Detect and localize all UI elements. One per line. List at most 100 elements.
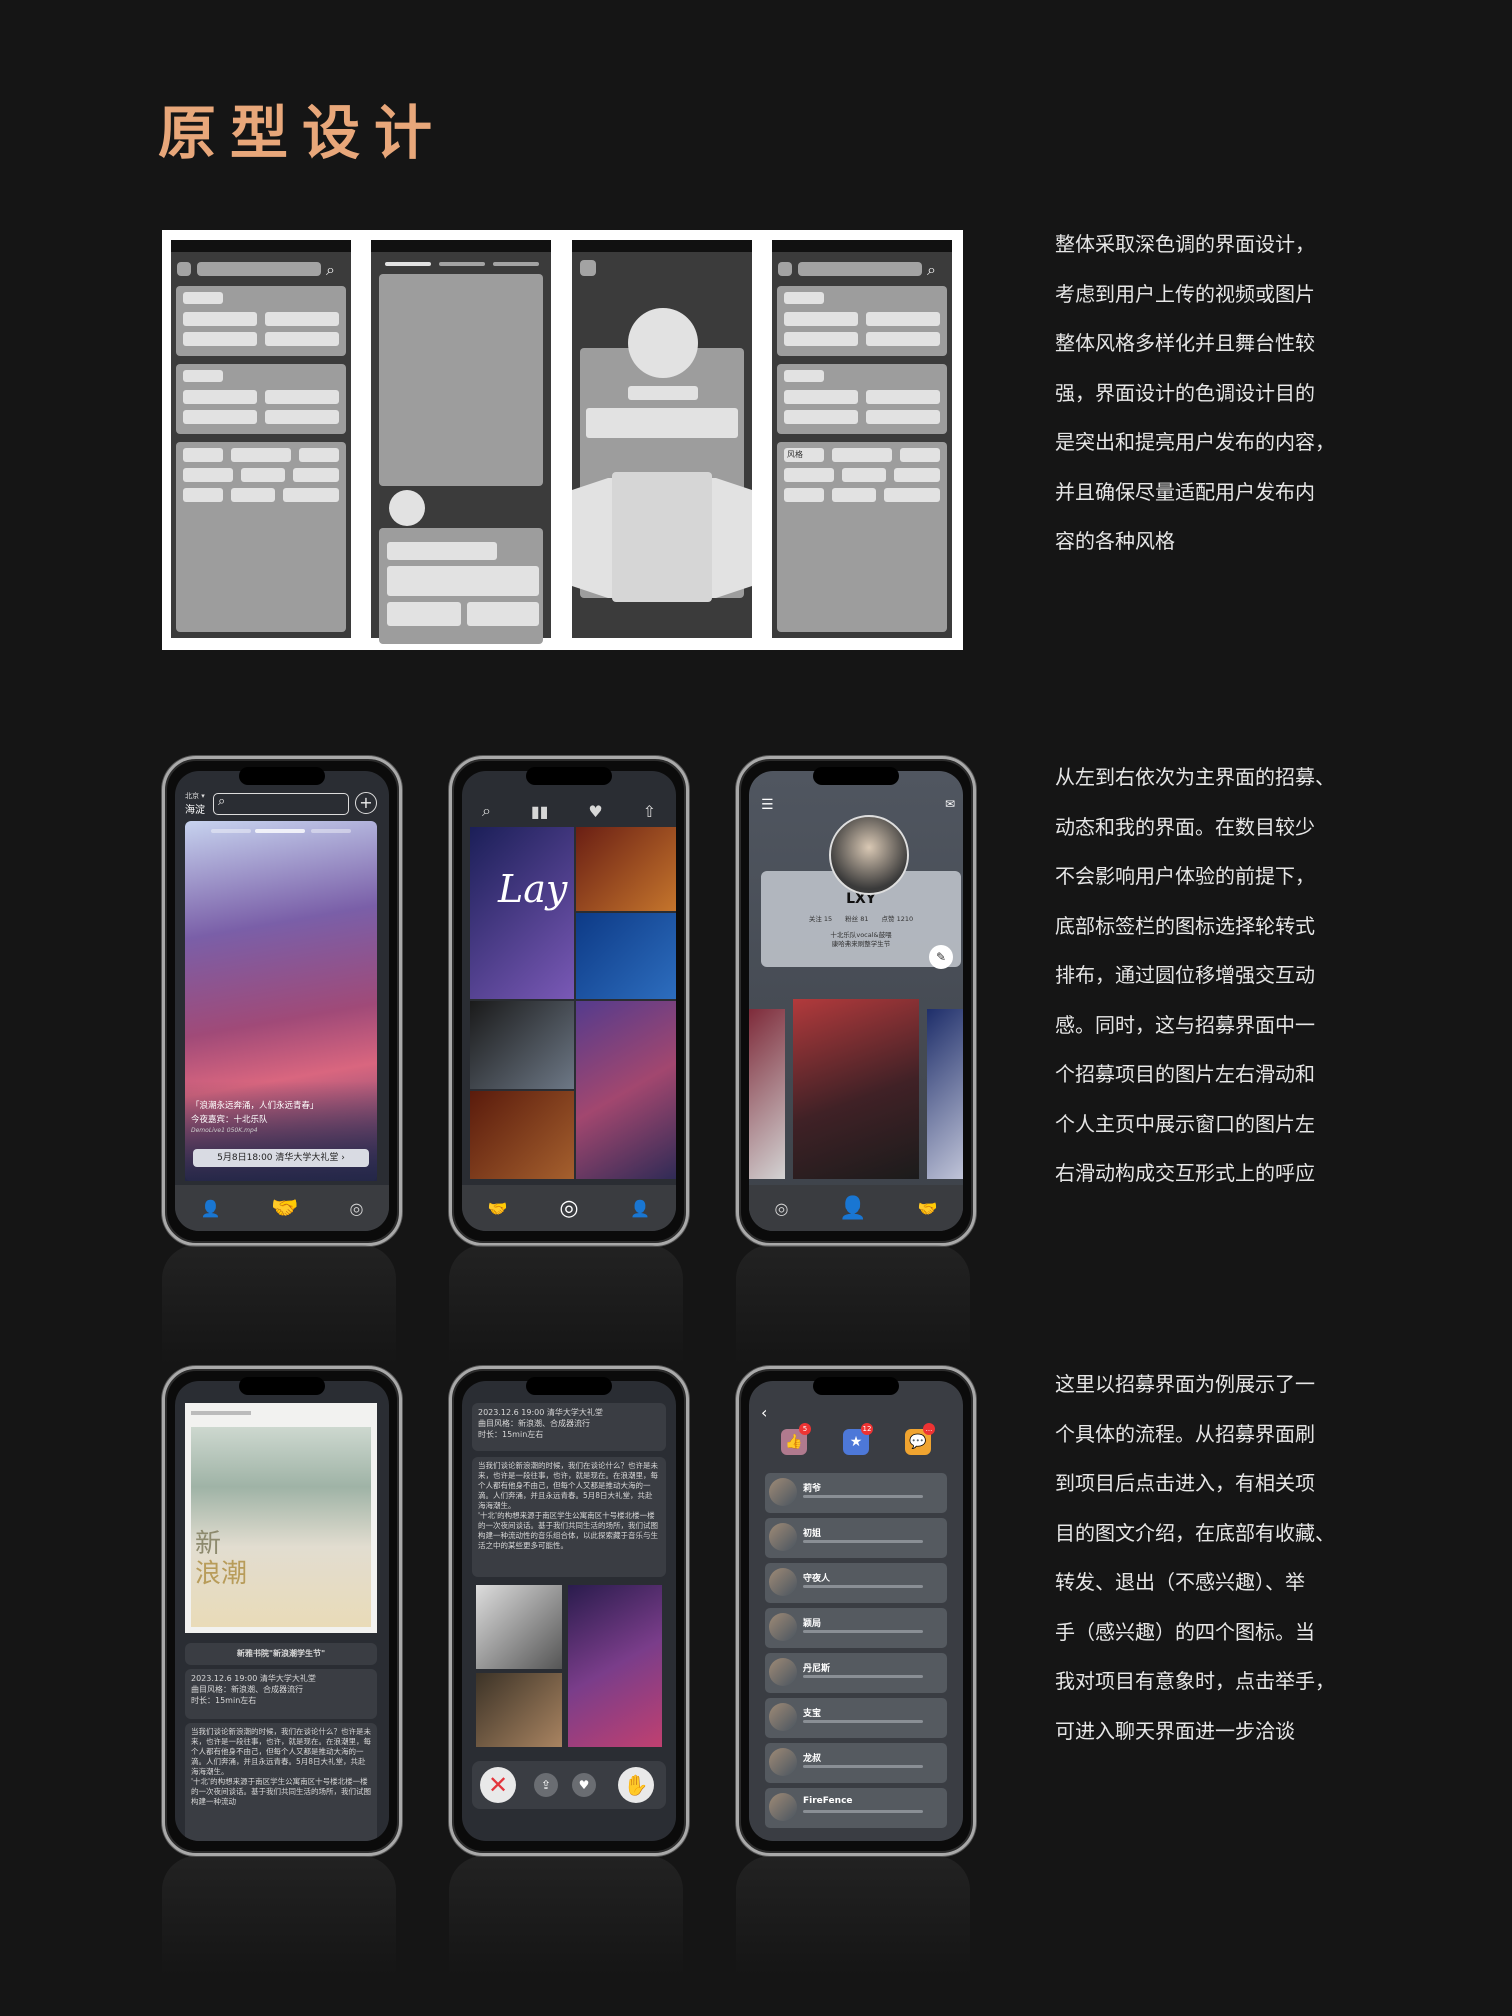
event-info-3: 时长：15min左右 <box>478 1430 544 1439</box>
contact-name: 颖局 <box>803 1619 822 1629</box>
chat-list-item[interactable]: 龙叔 <box>765 1743 947 1783</box>
event-description: 当我们谈论新浪潮的时候，我们在谈论什么？也许是未来，也许是一段往事，也许，就是现… <box>185 1723 377 1841</box>
person-icon[interactable]: 👤 <box>839 1196 866 1221</box>
event-info-card: 2023.12.6 19:00 清华大学大礼堂 曲目风格：新浪潮、合成器流行 时… <box>472 1403 666 1451</box>
aperture-icon[interactable]: ◎ <box>559 1196 578 1221</box>
like-badge: 5 <box>799 1423 811 1435</box>
star-badge: 12 <box>861 1423 873 1435</box>
action-bar: ✕ ⇪ ♥ ✋ <box>472 1761 666 1809</box>
person-icon[interactable]: 👤 <box>200 1199 220 1218</box>
chat-list-item[interactable]: 颖局 <box>765 1608 947 1648</box>
handshake-icon[interactable]: 🤝 <box>918 1199 938 1218</box>
chat-list-item[interactable]: 初姐 <box>765 1518 947 1558</box>
handshake-icon[interactable]: 🤝 <box>271 1196 298 1221</box>
feed-image[interactable] <box>576 827 676 911</box>
event-button[interactable]: 5月8日18:00 清华大学大礼堂 › <box>193 1149 369 1167</box>
avatar <box>769 1703 797 1731</box>
search-icon: ⌕ <box>326 260 335 279</box>
person-icon[interactable]: 👤 <box>630 1199 650 1218</box>
description-2: 从左到右依次为主界面的招募、 动态和我的界面。在数目较少 不会影响用户体验的前提下，… <box>1055 765 1335 1185</box>
gallery-image[interactable] <box>749 1009 785 1179</box>
contact-name: 龙叔 <box>803 1754 822 1764</box>
menu-icon[interactable]: ☰ <box>761 797 774 813</box>
edit-icon[interactable]: ✎ <box>929 945 953 969</box>
notch <box>239 1377 325 1395</box>
heart-icon[interactable]: ♥ <box>572 1773 596 1797</box>
gallery-image[interactable] <box>793 999 919 1179</box>
page-title: 原型设计 <box>158 99 447 167</box>
tab-bar: 🤝 ◎ 👤 <box>462 1185 676 1231</box>
aperture-icon[interactable]: ◎ <box>774 1199 788 1218</box>
notch <box>526 1377 612 1395</box>
recruit-card-image[interactable]: 「浪潮永远奔涌，人们永远青春」 今夜嘉宾：十北乐队 DemoLive1 050K… <box>185 821 377 1181</box>
avatar[interactable] <box>829 815 909 895</box>
profile-bio-2: 康哈弗来刷整学生节 <box>831 940 891 948</box>
notch <box>239 767 325 785</box>
search-icon: ⌕ <box>218 794 226 809</box>
event-photo[interactable] <box>476 1673 562 1747</box>
event-info-card: 2023.12.6 19:00 清华大学大礼堂 曲目风格：新浪潮、合成器流行 时… <box>185 1669 377 1719</box>
wireframe-recruit: ⌕ <box>171 240 351 638</box>
description-1: 整体采取深色调的界面设计， 考虑到用户上传的视频或图片 整体风格多样化并且舞台性较强… <box>1055 232 1335 553</box>
poster-text-2: 浪潮 <box>195 1559 248 1589</box>
chat-list-item[interactable]: 守夜人 <box>765 1563 947 1603</box>
phone-chat-list: ‹ 👍 5 ★ 12 💬 ... 莉爷 初姐 守夜人 颖局 丹尼斯 支宝 龙叔 … <box>736 1366 976 1856</box>
gallery-image[interactable] <box>927 1009 963 1179</box>
wireframe-feed <box>371 240 551 644</box>
feed-image[interactable] <box>576 913 676 999</box>
feed-image[interactable] <box>470 1091 574 1179</box>
add-icon[interactable]: + <box>355 792 377 814</box>
description-3: 这里以招募界面为例展示了一 个具体的流程。从招募界面刷 到项目后点击进入，有相关项目… <box>1055 1372 1335 1743</box>
search-icon: ⌕ <box>927 260 936 279</box>
contact-name: 守夜人 <box>803 1574 831 1584</box>
notch <box>813 1377 899 1395</box>
event-photo[interactable] <box>476 1585 562 1669</box>
wireframe-strip: ⌕ ⌕ 风格 <box>162 230 963 650</box>
avatar <box>769 1748 797 1776</box>
back-icon[interactable]: ‹ <box>761 1403 767 1422</box>
share-icon[interactable]: ⇪ <box>534 1773 558 1797</box>
profile-stats: 关注 15 粉丝 81 点赞 1210 <box>808 915 914 923</box>
city-selector[interactable]: 北京 ▾ <box>185 791 205 801</box>
upload-icon[interactable]: ⇧ <box>643 802 656 821</box>
notch <box>526 767 612 785</box>
wireframe-tag: 风格 <box>784 448 824 462</box>
mail-icon[interactable]: ✉ <box>945 797 955 811</box>
notch <box>813 767 899 785</box>
district-label: 海淀 <box>185 805 205 816</box>
wireframe-profile <box>572 240 752 638</box>
feed-image[interactable] <box>576 1001 676 1179</box>
feed-image[interactable]: Lay <box>470 827 574 999</box>
search-input[interactable]: ⌕ <box>213 793 349 815</box>
heart-icon[interactable]: ♥ <box>588 802 602 821</box>
wireframe-recruit-2: ⌕ 风格 <box>772 240 952 638</box>
raise-hand-icon[interactable]: ✋ <box>618 1767 654 1803</box>
chat-list-item[interactable]: 莉爷 <box>765 1473 947 1513</box>
aperture-icon[interactable]: ◎ <box>350 1199 364 1218</box>
search-icon[interactable]: ⌕ <box>482 801 491 821</box>
tab-bar: ◎ 👤 🤝 <box>749 1185 963 1231</box>
feed-top-bar: ⌕ ▮▮ ♥ ⇧ <box>462 799 676 823</box>
avatar <box>769 1613 797 1641</box>
contact-name: 莉爷 <box>803 1484 822 1494</box>
chat-list-item[interactable]: 支宝 <box>765 1698 947 1738</box>
chat-list-item[interactable]: 丹尼斯 <box>765 1653 947 1693</box>
poster-image[interactable]: 新 浪潮 <box>185 1403 377 1633</box>
chat-list-item[interactable]: FireFence <box>765 1788 947 1828</box>
phone-project-detail: 新 浪潮 新雅书院"新浪潮学生节" 2023.12.6 19:00 清华大学大礼… <box>162 1366 402 1856</box>
feed-overlay-text: Lay <box>498 867 568 911</box>
tab-bar: 👤 🤝 ◎ <box>175 1185 389 1231</box>
phone-feed: ⌕ ▮▮ ♥ ⇧ Lay 🤝 ◎ 👤 <box>449 756 689 1246</box>
contact-name: 丹尼斯 <box>803 1664 831 1674</box>
avatar <box>769 1478 797 1506</box>
event-info-3: 时长：15min左右 <box>191 1696 257 1705</box>
chart-icon[interactable]: ▮▮ <box>531 802 549 821</box>
close-icon[interactable]: ✕ <box>480 1767 516 1803</box>
contact-name: 支宝 <box>803 1709 822 1719</box>
event-photo[interactable] <box>568 1585 662 1747</box>
handshake-icon[interactable]: 🤝 <box>488 1199 508 1218</box>
feed-image[interactable] <box>470 1001 574 1089</box>
avatar <box>769 1793 797 1821</box>
event-info-2: 曲目风格：新浪潮、合成器流行 <box>478 1419 590 1428</box>
avatar <box>769 1568 797 1596</box>
